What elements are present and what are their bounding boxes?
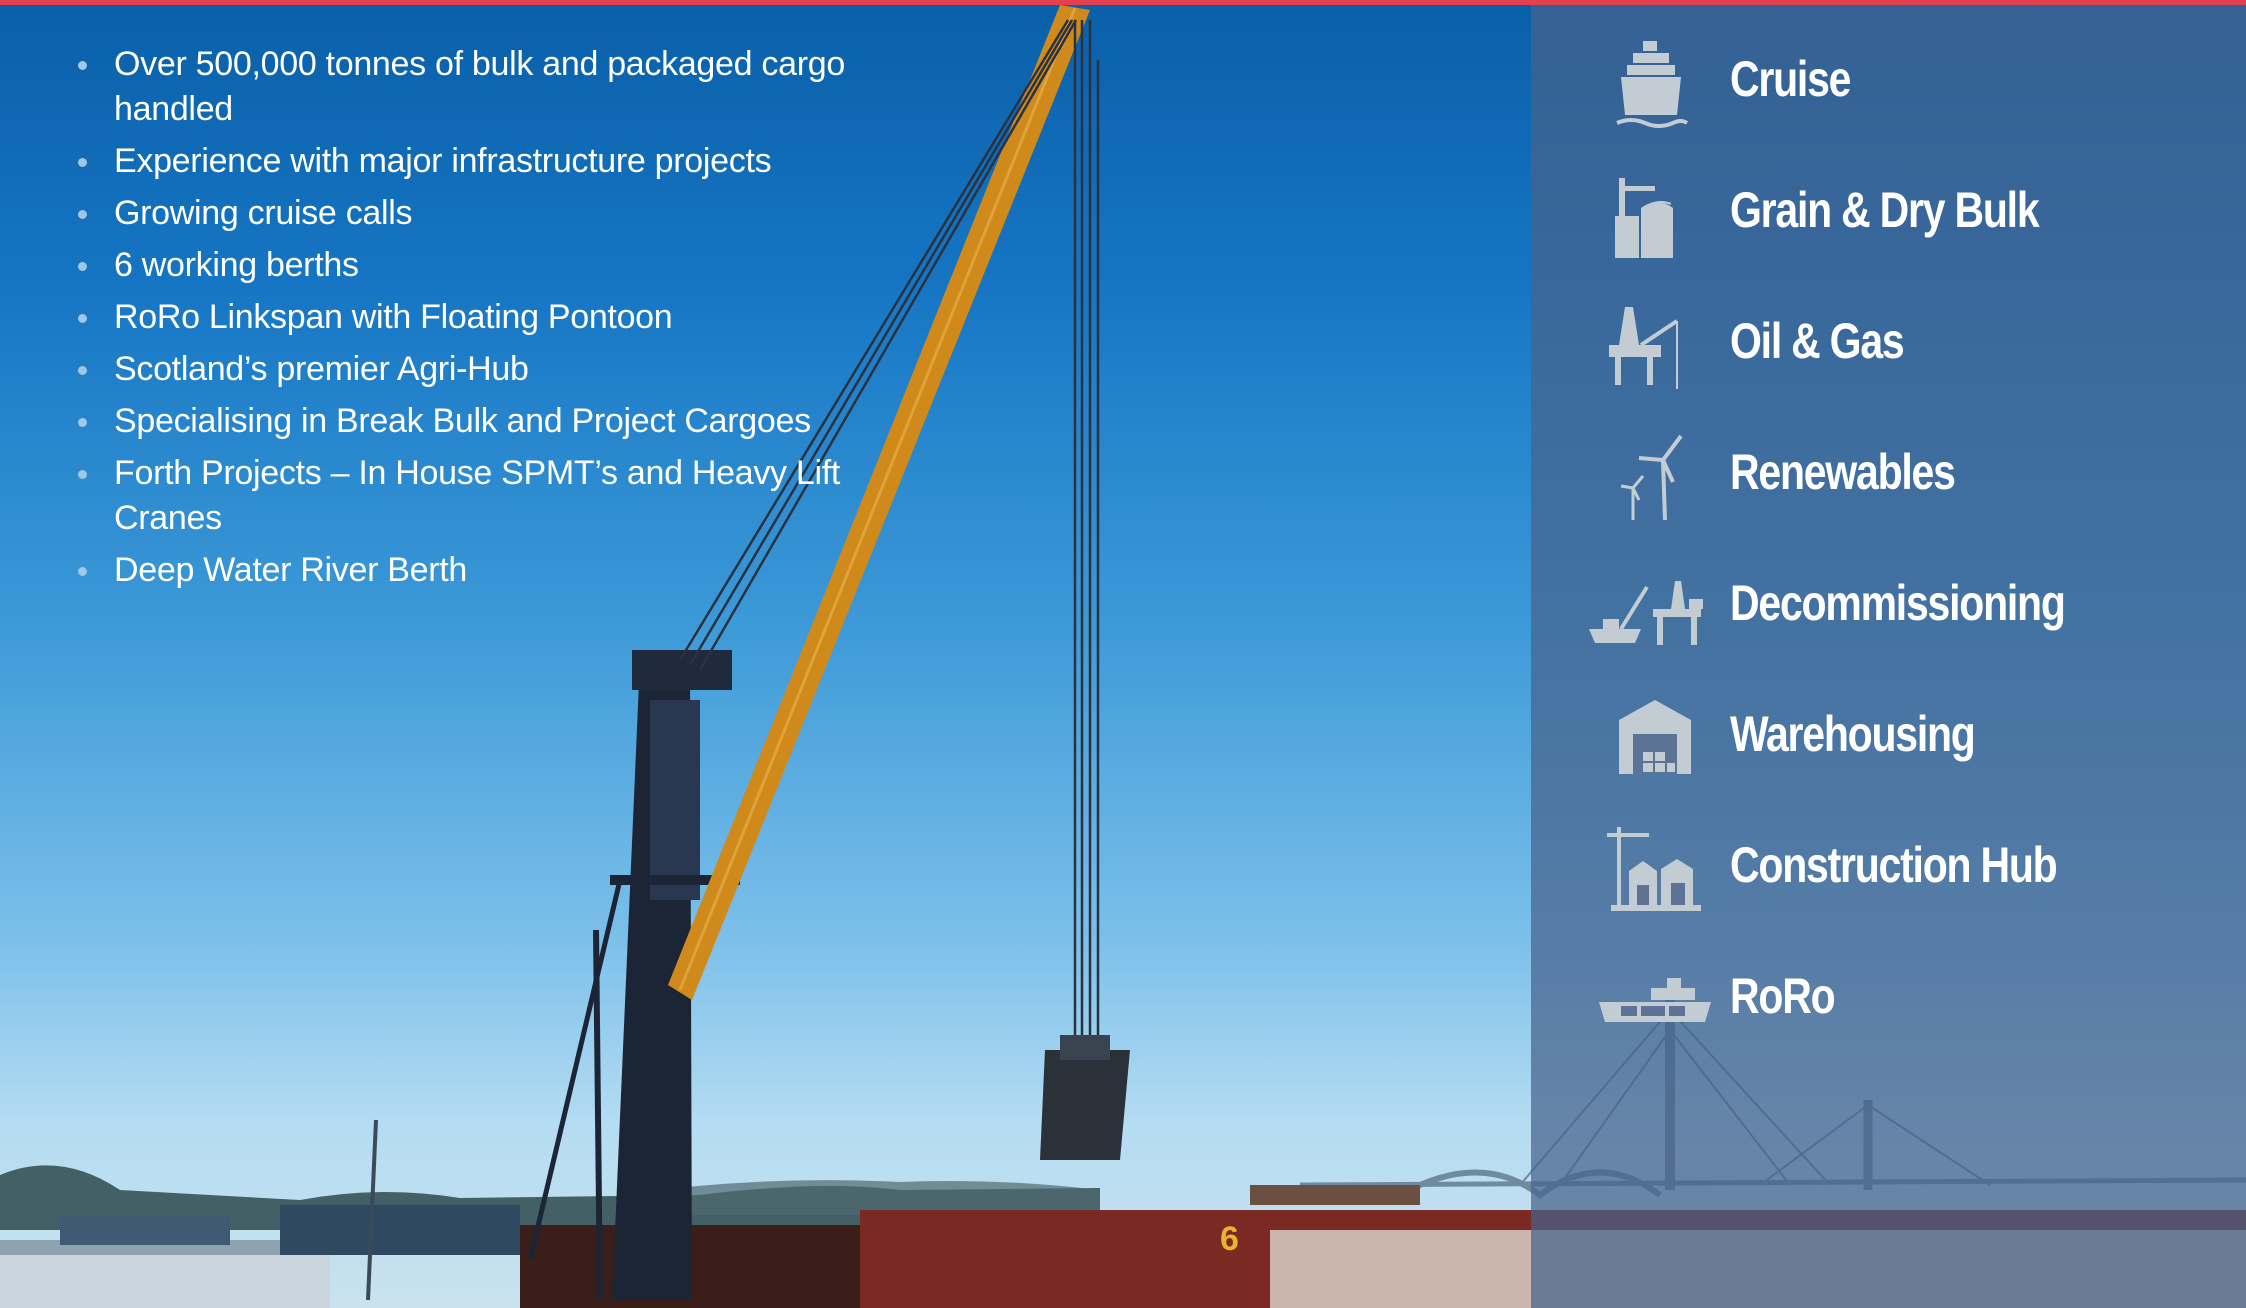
bullet-dot [78,61,87,70]
berth-number: 6 [1220,1220,1239,1258]
bullet-dot [78,314,87,323]
sector-roro: RoRo [1531,944,2246,1054]
feature-item: Specialising in Break Bulk and Project C… [78,399,898,444]
feature-item: Growing cruise calls [78,191,898,236]
sector-label: Decommissioning [1730,575,2066,631]
bullet-dot [78,366,87,375]
bullet-dot [78,158,87,167]
sector-label: Renewables [1730,444,1956,500]
feature-item: Experience with major infrastructure pro… [78,139,898,184]
feature-item: Deep Water River Berth [78,548,898,593]
feature-item: Forth Projects – In House SPMT’s and Hea… [78,451,898,541]
sector-construction-hub: Construction Hub [1531,813,2246,923]
sector-cruise: Cruise [1531,27,2246,137]
bullet-dot [78,418,87,427]
sector-label: Warehousing [1730,706,1976,762]
sector-label: RoRo [1730,968,1836,1024]
sector-decommissioning: Decommissioning [1531,551,2246,661]
sector-renewables: Renewables [1531,420,2246,530]
oil-rig-icon [1581,289,1721,399]
sector-label: Grain & Dry Bulk [1730,182,2040,238]
bullet-dot [78,262,87,271]
grain-silo-icon [1581,158,1721,268]
bullet-dot [78,210,87,219]
port-brochure-page: 6 Over 500,000 tonnes of bulk and packag… [0,0,2246,1308]
feature-item: Over 500,000 tonnes of bulk and packaged… [78,42,898,132]
sector-grain-dry-bulk: Grain & Dry Bulk [1531,158,2246,268]
construction-icon [1581,813,1721,923]
wind-turbine-icon [1581,420,1721,530]
cruise-ship-icon [1581,27,1721,137]
feature-item: 6 working berths [78,243,898,288]
bullet-dot [78,567,87,576]
sector-label: Oil & Gas [1730,313,1905,369]
feature-item: Scotland’s premier Agri-Hub [78,347,898,392]
far-hills [620,1180,1100,1215]
feature-item: RoRo Linkspan with Floating Pontoon [78,295,898,340]
warehouse-icon [1581,682,1721,792]
bullet-dot [78,470,87,479]
sector-warehousing: Warehousing [1531,682,2246,792]
features-list: Over 500,000 tonnes of bulk and packaged… [78,42,898,600]
sector-oil-gas: Oil & Gas [1531,289,2246,399]
sector-label: Construction Hub [1730,837,2058,893]
decommissioning-icon [1581,551,1721,661]
roro-ferry-icon [1581,944,1721,1054]
sector-label: Cruise [1730,51,1851,107]
